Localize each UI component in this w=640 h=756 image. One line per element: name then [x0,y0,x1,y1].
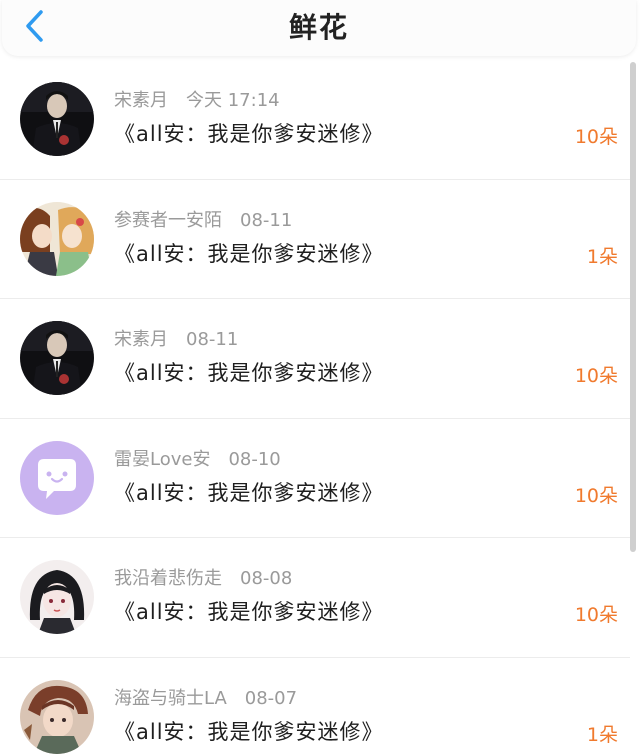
record-meta: 参赛者一安陌 08-11 [114,206,292,232]
anime-girl-avatar[interactable] [20,560,94,634]
nav-bar: 鲜花 [2,0,636,56]
anime-couple-avatar[interactable] [20,201,94,276]
chat-bubble-avatar[interactable] [20,440,94,515]
book-title: 《all安：我是你爹安迷修》 [114,241,384,266]
record-date: 今天 17:14 [186,90,280,111]
book-title: 《all安：我是你爹安迷修》 [114,361,384,385]
book-title: 《all安：我是你爹安迷修》 [114,122,384,146]
flower-count: 1朵 [586,723,618,746]
user-name[interactable]: 宋素月 [114,329,168,350]
flower-list: 宋素月 今天 17:14 《all安：我是你爹安迷修》 10朵 参赛者一安陌 0… [0,60,630,756]
record-date: 08-10 [228,448,281,470]
scrollbar[interactable] [630,62,636,552]
user-name[interactable]: 参赛者一安陌 [114,210,222,231]
record-meta: 雷晏Love安 08-10 [114,445,281,471]
record-date: 08-11 [240,209,293,231]
user-name[interactable]: 雷晏Love安 [114,449,210,470]
flower-count: 1朵 [586,245,618,268]
book-title: 《all安：我是你爹安迷修》 [114,480,384,505]
book-title: 《all安：我是你爹安迷修》 [114,600,384,624]
record-meta: 宋素月 今天 17:14 [114,86,280,112]
flower-count: 10朵 [574,365,618,387]
user-name[interactable]: 海盗与骑士LA [114,688,227,709]
list-item[interactable]: 宋素月 08-11 《all安：我是你爹安迷修》 10朵 [0,299,630,419]
flower-count: 10朵 [574,484,618,507]
page-title: 鲜花 [288,11,349,44]
record-date: 08-07 [244,687,298,709]
user-name[interactable]: 我沿着悲伤走 [114,568,222,589]
list-item[interactable]: 参赛者一安陌 08-11 《all安：我是你爹安迷修》 1朵 [0,180,630,299]
user-name[interactable]: 宋素月 [114,90,168,111]
flower-count: 10朵 [574,126,618,148]
anime-pirate-avatar[interactable] [20,679,94,754]
flowers-screen: 鲜花 宋素月 今天 17:14 《all安：我是你爹安迷修》 10朵 参赛者一安… [0,0,640,756]
record-date: 08-11 [186,329,239,350]
record-meta: 海盗与骑士LA 08-07 [114,684,297,710]
list-item[interactable]: 我沿着悲伤走 08-08 《all安：我是你爹安迷修》 10朵 [0,538,630,658]
book-title: 《all安：我是你爹安迷修》 [114,719,384,744]
list-item[interactable]: 海盗与骑士LA 08-07 《all安：我是你爹安迷修》 1朵 [0,658,630,756]
list-item[interactable]: 宋素月 今天 17:14 《all安：我是你爹安迷修》 10朵 [0,60,630,180]
record-date: 08-08 [240,568,293,589]
man-in-suit-avatar[interactable] [20,82,94,156]
record-meta: 我沿着悲伤走 08-08 [114,564,292,590]
flower-count: 10朵 [574,604,618,626]
list-item[interactable]: 雷晏Love安 08-10 《all安：我是你爹安迷修》 10朵 [0,419,630,538]
man-in-suit-avatar[interactable] [20,321,94,395]
record-meta: 宋素月 08-11 [114,325,238,351]
